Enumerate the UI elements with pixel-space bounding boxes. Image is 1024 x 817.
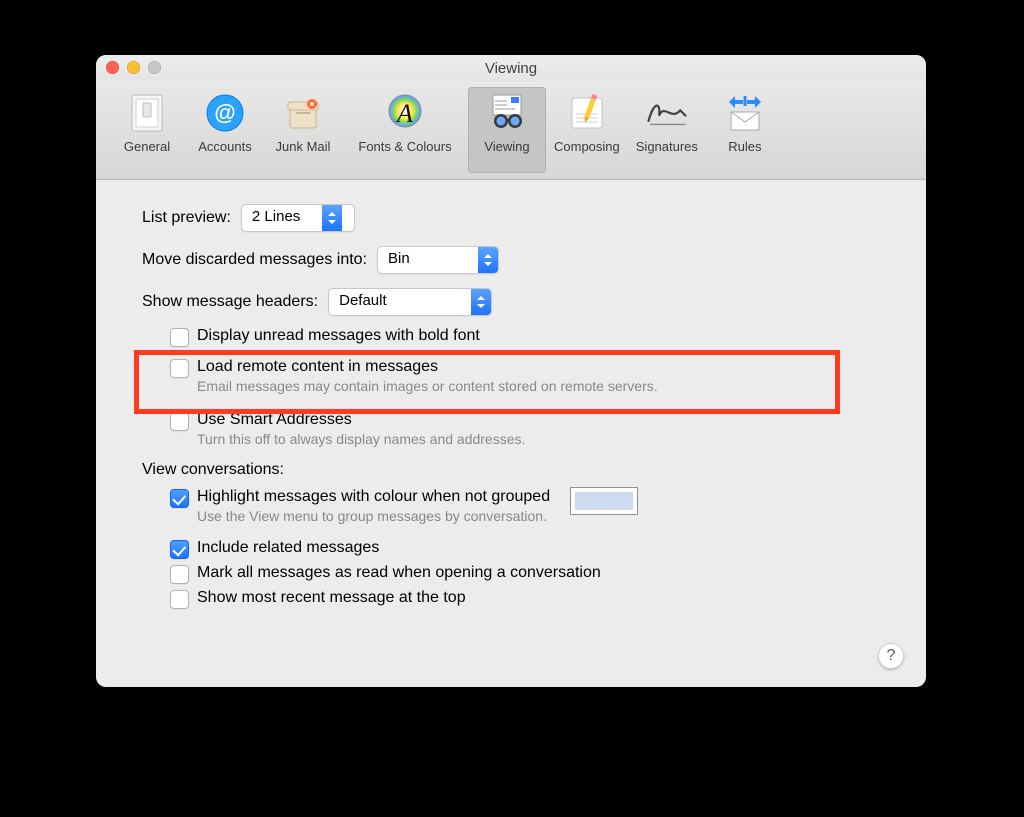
- smart-addresses-hint: Turn this off to always display names an…: [197, 431, 525, 447]
- smart-addresses-label: Use Smart Addresses: [197, 410, 525, 430]
- junk-mail-icon: [281, 91, 325, 135]
- tab-label: Viewing: [484, 139, 529, 154]
- recent-top-checkbox[interactable]: [170, 590, 189, 609]
- tab-signatures[interactable]: Signatures: [628, 87, 706, 173]
- tab-general[interactable]: General: [108, 87, 186, 173]
- move-discarded-select[interactable]: Bin: [377, 246, 499, 274]
- preferences-toolbar: General @ Accounts: [96, 81, 926, 180]
- highlight-colour-hint: Use the View menu to group messages by c…: [197, 508, 550, 524]
- titlebar: Viewing: [96, 55, 926, 81]
- updown-arrows-icon: [478, 247, 498, 273]
- signatures-icon: [645, 91, 689, 135]
- updown-arrows-icon: [471, 289, 491, 315]
- updown-arrows-icon: [322, 205, 342, 231]
- close-window-icon[interactable]: [106, 61, 119, 74]
- tab-label: Composing: [554, 139, 620, 154]
- viewing-panel: List preview: 2 Lines Move discarded mes…: [96, 180, 926, 633]
- load-remote-hint: Email messages may contain images or con…: [197, 378, 658, 394]
- list-preview-value: 2 Lines: [242, 205, 322, 231]
- tab-label: General: [124, 139, 170, 154]
- tab-label: Junk Mail: [276, 139, 331, 154]
- include-related-checkbox[interactable]: [170, 540, 189, 559]
- list-preview-select[interactable]: 2 Lines: [241, 204, 355, 232]
- tab-label: Signatures: [636, 139, 698, 154]
- list-preview-label: List preview:: [142, 209, 231, 227]
- highlight-colour-label: Highlight messages with colour when not …: [197, 487, 550, 507]
- tab-junk-mail[interactable]: Junk Mail: [264, 87, 342, 173]
- mark-read-row: Mark all messages as read when opening a…: [142, 563, 896, 584]
- tab-label: Fonts & Colours: [358, 139, 451, 154]
- help-icon: ?: [887, 647, 896, 665]
- mark-read-label: Mark all messages as read when opening a…: [197, 563, 601, 583]
- display-unread-checkbox[interactable]: [170, 328, 189, 347]
- mark-read-checkbox[interactable]: [170, 565, 189, 584]
- svg-text:A: A: [395, 99, 413, 128]
- load-remote-checkbox[interactable]: [170, 359, 189, 378]
- recent-top-row: Show most recent message at the top: [142, 588, 896, 609]
- include-related-label: Include related messages: [197, 538, 379, 558]
- window-title: Viewing: [485, 60, 537, 77]
- window-controls: [106, 61, 161, 74]
- show-headers-select[interactable]: Default: [328, 288, 492, 316]
- help-button[interactable]: ?: [878, 643, 904, 669]
- zoom-window-disabled-icon: [148, 61, 161, 74]
- highlight-colour-swatch[interactable]: [570, 487, 638, 515]
- tab-rules[interactable]: Rules: [706, 87, 784, 173]
- tab-accounts[interactable]: @ Accounts: [186, 87, 264, 173]
- smart-addresses-row: Use Smart Addresses Turn this off to alw…: [142, 410, 896, 447]
- load-remote-row: Load remote content in messages Email me…: [142, 357, 896, 394]
- rules-icon: [723, 91, 767, 135]
- show-headers-label: Show message headers:: [142, 293, 318, 311]
- tab-label: Accounts: [198, 139, 251, 154]
- view-conversations-label: View conversations:: [142, 461, 896, 479]
- move-discarded-label: Move discarded messages into:: [142, 251, 367, 269]
- composing-icon: [565, 91, 609, 135]
- load-remote-label: Load remote content in messages: [197, 357, 658, 377]
- smart-addresses-checkbox[interactable]: [170, 412, 189, 431]
- tab-viewing[interactable]: Viewing: [468, 87, 546, 173]
- general-icon: [125, 91, 169, 135]
- recent-top-label: Show most recent message at the top: [197, 588, 466, 608]
- move-discarded-value: Bin: [378, 247, 478, 273]
- svg-text:@: @: [214, 100, 235, 125]
- show-headers-value: Default: [329, 289, 471, 315]
- highlight-colour-row: Highlight messages with colour when not …: [142, 487, 896, 524]
- tab-composing[interactable]: Composing: [546, 87, 628, 173]
- fonts-colours-icon: A: [383, 91, 427, 135]
- minimize-window-icon[interactable]: [127, 61, 140, 74]
- highlight-colour-checkbox[interactable]: [170, 489, 189, 508]
- include-related-row: Include related messages: [142, 538, 896, 559]
- viewing-icon: [485, 91, 529, 135]
- tab-label: Rules: [728, 139, 761, 154]
- tab-fonts-colours[interactable]: A Fonts & Colours: [342, 87, 468, 173]
- display-unread-row: Display unread messages with bold font: [142, 326, 896, 347]
- accounts-icon: @: [203, 91, 247, 135]
- display-unread-label: Display unread messages with bold font: [197, 326, 480, 346]
- preferences-window: Viewing General @ Accounts: [96, 55, 926, 687]
